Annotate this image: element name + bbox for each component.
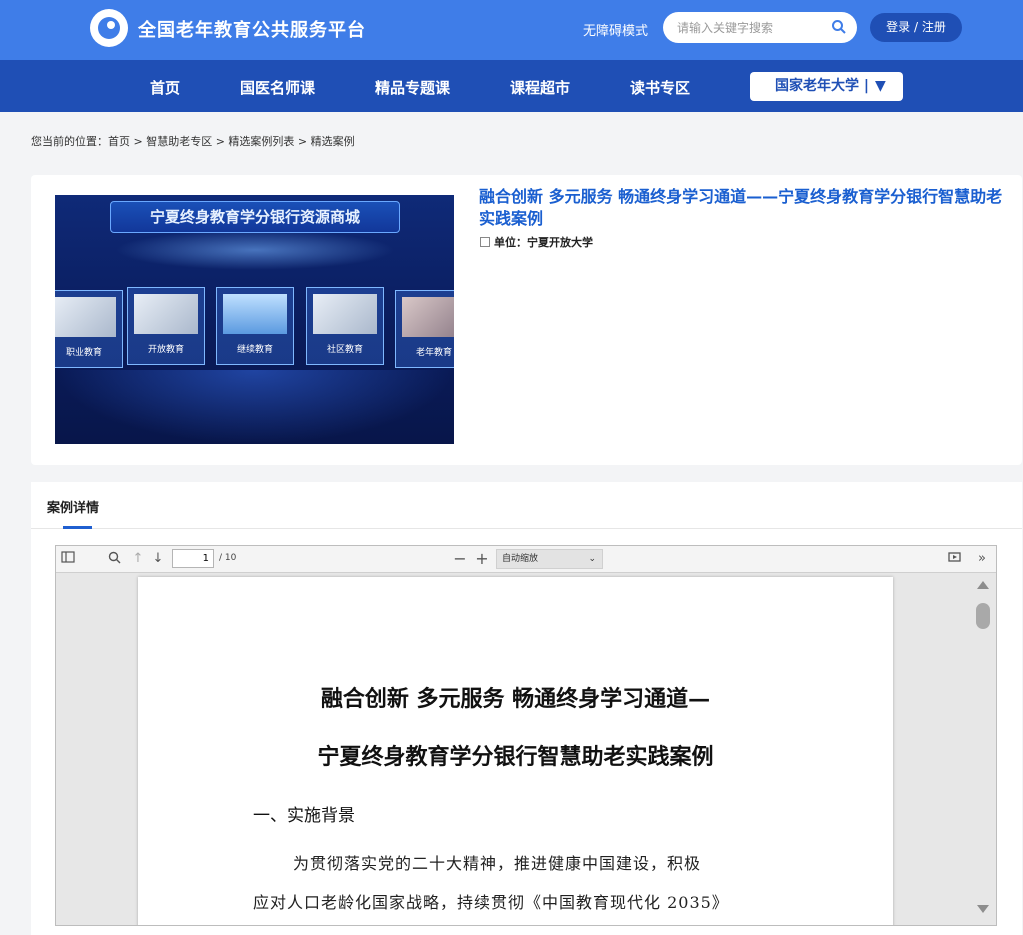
case-info-card: 宁夏终身教育学分银行资源商城 职业教育 开放教育 继续教育 社区教育 老年教育 … [31, 175, 1022, 465]
page-total: / 10 [219, 553, 237, 563]
dropdown-label: 国家老年大学 | [775, 78, 869, 94]
cover-banner: 宁夏终身教育学分银行资源商城 [110, 201, 400, 233]
doc-section-heading: 一、实施背景 [253, 806, 355, 826]
presentation-mode-icon[interactable] [946, 551, 962, 567]
doc-paragraph-line: 为贯彻落实党的二十大精神，推进健康中国建设，积极 [293, 854, 702, 873]
zoom-select-value: 自动缩放 [502, 554, 539, 564]
search-box [663, 12, 857, 43]
scroll-up-arrow-icon[interactable] [977, 581, 989, 589]
case-detail-section: 案例详情 ↑ ↓ / 10 − + 自动缩放⌄ » 融合创新 [31, 482, 1022, 935]
cover-panel-label: 开放教育 [147, 345, 184, 355]
pdf-viewer: ↑ ↓ / 10 − + 自动缩放 ⌄ » 融合创新 多元服务 畅通终身学习通道—… [55, 545, 997, 926]
main-nav: 首页 国医名师课 精品专题课 课程超市 读书专区 国家老年大学 | ▼ [0, 60, 1023, 112]
building-icon [480, 237, 490, 247]
pdf-scrollbar[interactable] [972, 577, 994, 925]
doc-title-line: 融合创新 多元服务 畅通终身学习通道— [320, 686, 711, 712]
cover-panel-label: 职业教育 [65, 348, 102, 358]
platform-logo-icon[interactable] [90, 9, 128, 47]
cover-panel-label: 社区教育 [326, 345, 363, 355]
nav-item-reading-zone[interactable]: 读书专区 [630, 77, 690, 98]
case-unit: 单位：宁夏开放大学 [480, 234, 593, 250]
login-register-button[interactable]: 登录 / 注册 [870, 13, 962, 42]
doc-title-line: 宁夏终身教育学分银行智慧助老实践案例 [317, 744, 714, 770]
cover-panel: 开放教育 [127, 287, 205, 365]
doc-paragraph-line: 应对人口老龄化国家战略，持续贯彻《中国教育现代化 2035》 [253, 893, 729, 912]
search-input[interactable] [677, 18, 827, 37]
zoom-in-icon[interactable]: + [474, 551, 490, 567]
pdf-toolbar: ↑ ↓ / 10 − + 自动缩放 ⌄ » [56, 546, 996, 573]
dropdown-caret-icon: ▼ [875, 78, 886, 94]
nav-item-course-market[interactable]: 课程超市 [510, 77, 570, 98]
zoom-caret-icon: ⌄ [588, 554, 596, 564]
nav-item-master-tcm-course[interactable]: 国医名师课 [240, 77, 315, 98]
tools-menu-icon[interactable]: » [974, 551, 990, 567]
next-page-icon[interactable]: ↓ [150, 551, 166, 567]
previous-page-icon[interactable]: ↑ [130, 551, 146, 567]
site-title[interactable]: 全国老年教育公共服务平台 [138, 16, 366, 42]
accessibility-mode-link[interactable]: 无障碍模式 [583, 20, 648, 39]
cover-panel-label: 老年教育 [415, 348, 452, 358]
top-header: 全国老年教育公共服务平台 无障碍模式 登录 / 注册 [0, 0, 1023, 60]
scrollbar-thumb[interactable] [976, 603, 990, 629]
zoom-select[interactable]: 自动缩放 ⌄ [496, 549, 603, 569]
cover-panel: 社区教育 [306, 287, 384, 365]
pdf-page: 融合创新 多元服务 畅通终身学习通道— 宁夏终身教育学分银行智慧助老实践案例 一… [138, 577, 893, 925]
find-search-icon[interactable] [106, 551, 122, 567]
national-senior-university-dropdown[interactable]: 国家老年大学 | ▼ [750, 72, 903, 101]
tab-case-details[interactable]: 案例详情 [47, 497, 99, 516]
case-cover-image: 宁夏终身教育学分银行资源商城 职业教育 开放教育 继续教育 社区教育 老年教育 [55, 195, 454, 444]
search-icon[interactable] [831, 19, 847, 35]
nav-item-home[interactable]: 首页 [150, 77, 180, 98]
sidebar-toggle-icon[interactable] [60, 551, 76, 567]
cover-panel: 老年教育 [395, 290, 454, 368]
page-number-input[interactable] [172, 549, 214, 568]
cover-panel: 职业教育 [55, 290, 123, 368]
detail-tabs: 案例详情 [31, 482, 1022, 529]
unit-text: 单位：宁夏开放大学 [494, 236, 593, 249]
active-tab-indicator [63, 526, 92, 529]
cover-panel: 继续教育 [216, 287, 294, 365]
cover-panel-label: 继续教育 [236, 345, 273, 355]
zoom-out-icon[interactable]: − [452, 551, 468, 567]
nav-item-featured-topics[interactable]: 精品专题课 [375, 77, 450, 98]
scroll-down-arrow-icon[interactable] [977, 905, 989, 913]
breadcrumb: 您当前的位置：首页 > 智慧助老专区 > 精选案例列表 > 精选案例 [31, 135, 355, 148]
case-title: 融合创新 多元服务 畅通终身学习通道——宁夏终身教育学分银行智慧助老实践案例 [479, 187, 1003, 228]
